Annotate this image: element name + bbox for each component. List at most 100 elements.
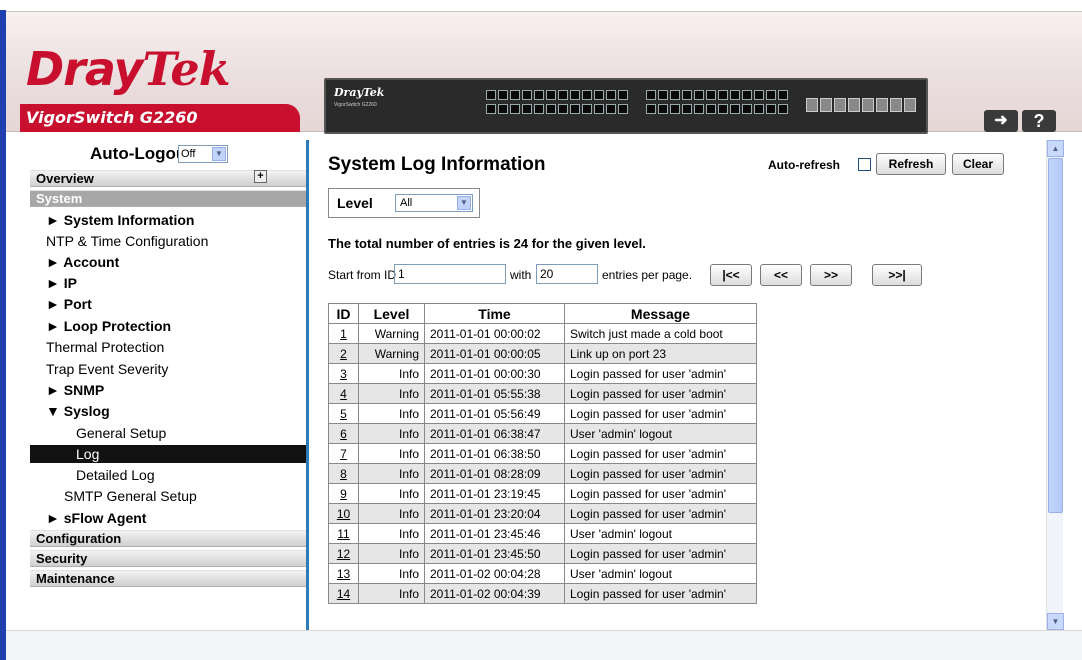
log-id-link[interactable]: 4 xyxy=(328,383,359,404)
log-id-link[interactable]: 9 xyxy=(328,483,359,504)
log-message: User 'admin' logout xyxy=(564,563,757,584)
expand-plus-icon[interactable]: + xyxy=(254,170,267,183)
autologout-select[interactable]: Off ▼ xyxy=(178,145,228,163)
table-row: 8 Info 2011-01-01 08:28:09 Login passed for… xyxy=(328,463,757,484)
nav-snmp[interactable]: ► SNMP xyxy=(46,381,104,399)
nav-detailed-log[interactable]: Detailed Log xyxy=(76,466,155,484)
nav-syslog[interactable]: ▼ Syslog xyxy=(46,402,110,420)
column-header-id: ID xyxy=(328,303,359,324)
column-header-message: Message xyxy=(564,303,757,324)
scroll-down-arrow-icon[interactable]: ▼ xyxy=(1047,613,1064,630)
log-time: 2011-01-01 23:20:04 xyxy=(424,503,565,524)
menu-security[interactable]: Security xyxy=(30,550,306,567)
previous-page-button[interactable]: << xyxy=(760,264,802,286)
start-from-input[interactable]: 1 xyxy=(394,264,506,284)
nav-trap-event-severity[interactable]: Trap Event Severity xyxy=(46,360,168,378)
panel-model: VigorSwitch G2260 xyxy=(334,102,377,108)
nav-account[interactable]: ► Account xyxy=(46,253,119,271)
table-row: 4 Info 2011-01-01 05:55:38 Login passed for… xyxy=(328,383,757,404)
table-row: 5 Info 2011-01-01 05:56:49 Login passed for… xyxy=(328,403,757,424)
log-level: Info xyxy=(358,403,425,424)
model-name: VigorSwitch G2260 xyxy=(26,108,198,127)
nav-port[interactable]: ► Port xyxy=(46,295,92,313)
status-area xyxy=(6,630,1082,660)
log-id-link[interactable]: 14 xyxy=(328,583,359,604)
log-time: 2011-01-01 00:00:30 xyxy=(424,363,565,384)
refresh-button[interactable]: Refresh xyxy=(876,153,946,175)
log-level: Info xyxy=(358,543,425,564)
log-message: Link up on port 23 xyxy=(564,343,757,364)
menu-maintenance[interactable]: Maintenance xyxy=(30,570,306,587)
log-id-link[interactable]: 10 xyxy=(328,503,359,524)
log-time: 2011-01-02 00:04:39 xyxy=(424,583,565,604)
log-level: Info xyxy=(358,383,425,404)
log-level: Info xyxy=(358,423,425,444)
level-select[interactable]: All ▼ xyxy=(395,194,473,212)
log-id-link[interactable]: 11 xyxy=(328,523,359,544)
level-value: All xyxy=(400,197,413,209)
log-time: 2011-01-01 06:38:50 xyxy=(424,443,565,464)
nav-sflow-agent[interactable]: ► sFlow Agent xyxy=(46,509,146,527)
log-id-link[interactable]: 2 xyxy=(328,343,359,364)
log-level: Info xyxy=(358,563,425,584)
next-page-button[interactable]: >> xyxy=(810,264,852,286)
log-id-link[interactable]: 7 xyxy=(328,443,359,464)
entries-per-page-input[interactable]: 20 xyxy=(536,264,598,284)
nav-general-setup[interactable]: General Setup xyxy=(76,424,166,442)
autorefresh-checkbox[interactable] xyxy=(858,158,871,171)
log-message: Login passed for user 'admin' xyxy=(564,503,757,524)
help-button[interactable]: ? xyxy=(1022,110,1056,132)
first-page-button[interactable]: |<< xyxy=(710,264,752,286)
sidebar-divider xyxy=(306,140,309,630)
scroll-thumb[interactable] xyxy=(1048,158,1063,513)
table-row: 9 Info 2011-01-01 23:19:45 Login passed for… xyxy=(328,483,757,504)
level-label: Level xyxy=(337,195,373,211)
last-page-button[interactable]: >>| xyxy=(872,264,922,286)
vertical-scrollbar[interactable]: ▲ ▼ xyxy=(1046,140,1064,630)
system-log-table: ID Level Time Message 1 Warning 2011-01-01… xyxy=(328,303,757,604)
chevron-down-icon: ▼ xyxy=(457,196,471,210)
log-time: 2011-01-01 00:00:05 xyxy=(424,343,565,364)
start-from-label: Start from ID xyxy=(328,268,397,282)
log-level: Info xyxy=(358,363,425,384)
log-level: Warning xyxy=(358,343,425,364)
nav-ip[interactable]: ► IP xyxy=(46,274,77,292)
log-id-link[interactable]: 5 xyxy=(328,403,359,424)
logout-icon[interactable]: ➜ xyxy=(984,110,1018,132)
autologout-value: Off xyxy=(181,148,196,160)
log-time: 2011-01-01 00:00:02 xyxy=(424,323,565,344)
port-group-top xyxy=(486,90,628,100)
nav-ntp-time[interactable]: NTP & Time Configuration xyxy=(46,232,208,250)
clear-button[interactable]: Clear xyxy=(952,153,1004,175)
log-message: Login passed for user 'admin' xyxy=(564,463,757,484)
level-filter-box: Level All ▼ xyxy=(328,188,480,218)
autologout-label: Auto-Logout xyxy=(90,144,192,163)
log-time: 2011-01-01 23:45:50 xyxy=(424,543,565,564)
nav-loop-protection[interactable]: ► Loop Protection xyxy=(46,317,171,335)
log-level: Info xyxy=(358,503,425,524)
log-id-link[interactable]: 12 xyxy=(328,543,359,564)
log-id-link[interactable]: 6 xyxy=(328,423,359,444)
header: DrayTek VigorSwitch G2260 DrayTek VigorS… xyxy=(6,12,1082,134)
log-message: Login passed for user 'admin' xyxy=(564,403,757,424)
log-time: 2011-01-01 23:19:45 xyxy=(424,483,565,504)
nav-thermal-protection[interactable]: Thermal Protection xyxy=(46,338,164,356)
table-row: 13 Info 2011-01-02 00:04:28 User 'admin' lo… xyxy=(328,563,757,584)
log-level: Info xyxy=(358,523,425,544)
log-message: User 'admin' logout xyxy=(564,523,757,544)
scroll-up-arrow-icon[interactable]: ▲ xyxy=(1047,140,1064,157)
nav-system-information[interactable]: ► System Information xyxy=(46,211,194,229)
log-message: Login passed for user 'admin' xyxy=(564,363,757,384)
log-id-link[interactable]: 13 xyxy=(328,563,359,584)
log-id-link[interactable]: 3 xyxy=(328,363,359,384)
nav-smtp-general-setup[interactable]: SMTP General Setup xyxy=(64,487,197,505)
log-id-link[interactable]: 1 xyxy=(328,323,359,344)
nav-log[interactable]: Log xyxy=(30,445,306,463)
log-level: Warning xyxy=(358,323,425,344)
table-row: 1 Warning 2011-01-01 00:00:02 Switch just m… xyxy=(328,323,757,344)
menu-configuration[interactable]: Configuration xyxy=(30,530,306,547)
menu-system[interactable]: System xyxy=(30,190,306,207)
log-time: 2011-01-01 08:28:09 xyxy=(424,463,565,484)
port-group-bottom-2 xyxy=(646,104,788,114)
log-id-link[interactable]: 8 xyxy=(328,463,359,484)
